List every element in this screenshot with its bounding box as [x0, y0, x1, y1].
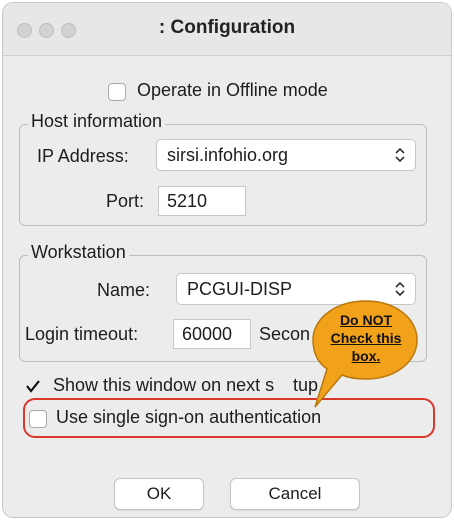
- title-bar: : Configuration: [3, 3, 451, 56]
- ok-button[interactable]: OK: [114, 478, 204, 510]
- callout-line-3: box.: [351, 348, 381, 364]
- callout-text: Do NOT Check this box.: [320, 311, 412, 365]
- offline-mode-checkbox[interactable]: [108, 83, 126, 101]
- port-label: Port:: [106, 191, 145, 211]
- workstation-name-label: Name:: [97, 280, 151, 300]
- cancel-button[interactable]: Cancel: [230, 478, 360, 510]
- ip-address-label: IP Address:: [37, 146, 129, 166]
- login-timeout-label: Login timeout:: [25, 324, 139, 344]
- workstation-name-value: PCGUI-DISP: [187, 278, 293, 299]
- configuration-window: : Configuration Operate in Offline mode …: [3, 3, 451, 517]
- ip-address-select[interactable]: sirsi.infohio.org: [156, 139, 416, 171]
- callout-line-2: Check this: [330, 330, 402, 346]
- up-down-chevron-icon: [395, 148, 405, 162]
- show-window-label: Show this window on next s: [53, 375, 275, 395]
- callout-line-1: Do NOT: [339, 312, 393, 328]
- login-timeout-input[interactable]: 60000: [173, 319, 251, 349]
- port-input[interactable]: 5210: [158, 186, 246, 216]
- checkmark-icon[interactable]: [25, 378, 41, 394]
- ip-address-value: sirsi.infohio.org: [167, 144, 289, 165]
- host-information-legend: Host information: [28, 111, 166, 132]
- workstation-legend: Workstation: [28, 242, 129, 263]
- window-title: : Configuration: [158, 17, 296, 38]
- offline-mode-label: Operate in Offline mode: [137, 80, 328, 100]
